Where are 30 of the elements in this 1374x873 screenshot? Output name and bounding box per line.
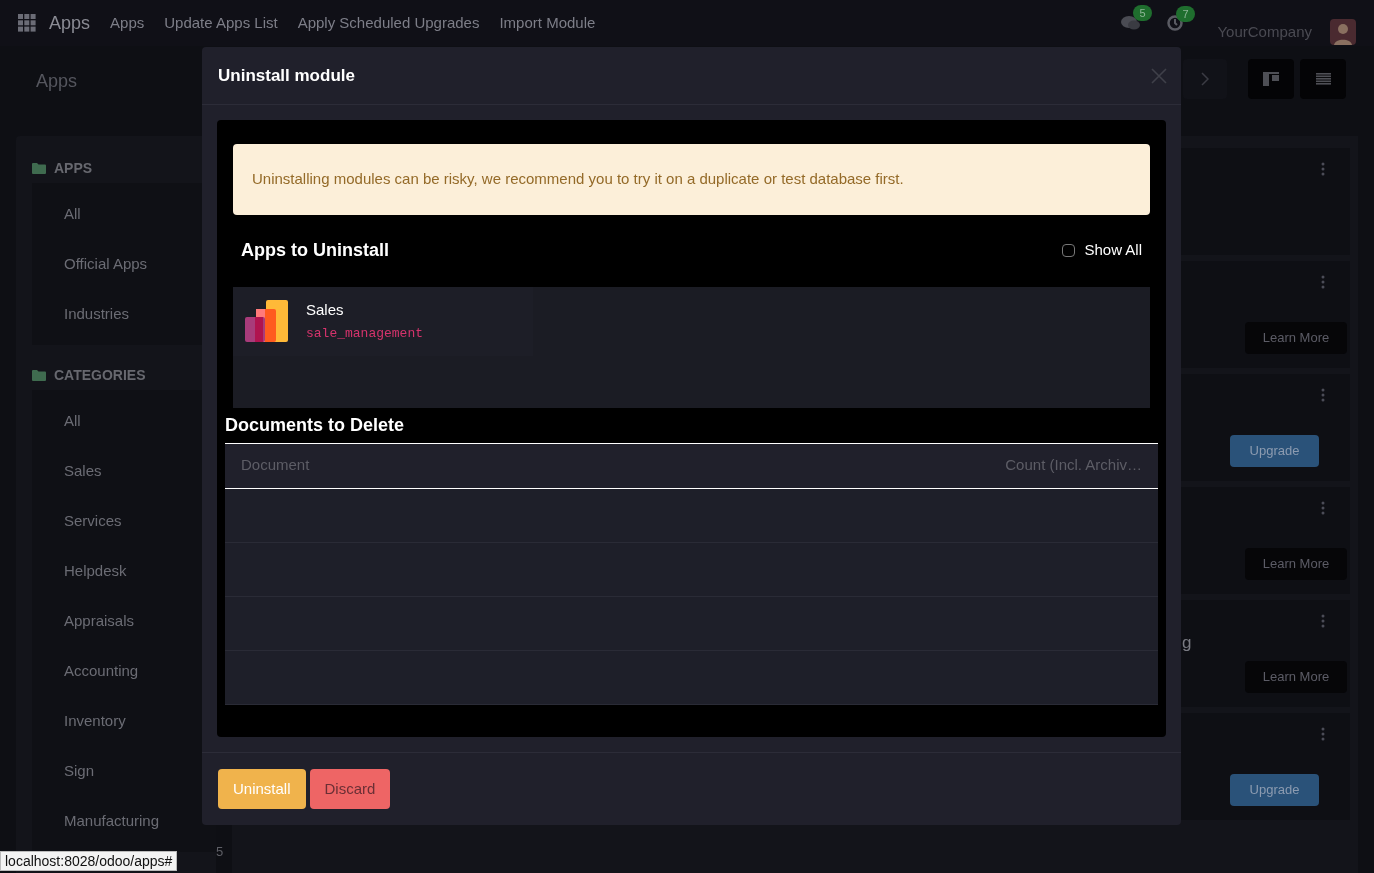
discard-button[interactable]: Discard: [309, 769, 391, 809]
technical-name: sale_management: [306, 324, 424, 343]
learn-more-button[interactable]: Learn More: [1245, 661, 1347, 693]
app-title[interactable]: Apps: [49, 9, 91, 37]
breadcrumb: Apps: [36, 69, 78, 93]
apps-heading: Apps to Uninstall: [241, 239, 389, 262]
dialog-title: Uninstall module: [218, 64, 355, 87]
learn-more-button[interactable]: Learn More: [1245, 322, 1347, 354]
app-card-title: g: [1182, 632, 1192, 654]
app-name: Sales: [306, 300, 345, 320]
column-header: Document: [241, 455, 310, 476]
documents-heading: Documents to Delete: [225, 413, 406, 437]
section-heading: CATEGORIES: [54, 366, 146, 385]
menu-item[interactable]: Import Module: [499, 11, 596, 35]
column-header: Count (Incl. Archiv…: [1005, 455, 1142, 476]
count-badge: 7: [1176, 6, 1195, 22]
upgrade-button[interactable]: Upgrade: [1230, 435, 1319, 467]
status-url: localhost:8028/odoo/apps#: [0, 851, 178, 871]
show-all-checkbox[interactable]: Show All: [1062, 239, 1142, 262]
menu-item[interactable]: Update Apps List: [164, 11, 278, 35]
upgrade-button[interactable]: Upgrade: [1230, 774, 1319, 806]
uninstall-button[interactable]: Uninstall: [218, 769, 306, 809]
menu-item[interactable]: Apps: [110, 11, 145, 35]
section-heading: APPS: [54, 159, 93, 178]
learn-more-button[interactable]: Learn More: [1245, 548, 1347, 580]
warning-alert: Uninstalling modules can be risky, we recommend you to try it on a duplicate or test database first.: [233, 144, 1150, 215]
company-name[interactable]: YourCompany: [1217, 20, 1312, 44]
menu-item[interactable]: Apply Scheduled Upgrades: [297, 11, 480, 35]
count-badge: 5: [1133, 5, 1152, 21]
pager-number: 5: [216, 843, 224, 861]
